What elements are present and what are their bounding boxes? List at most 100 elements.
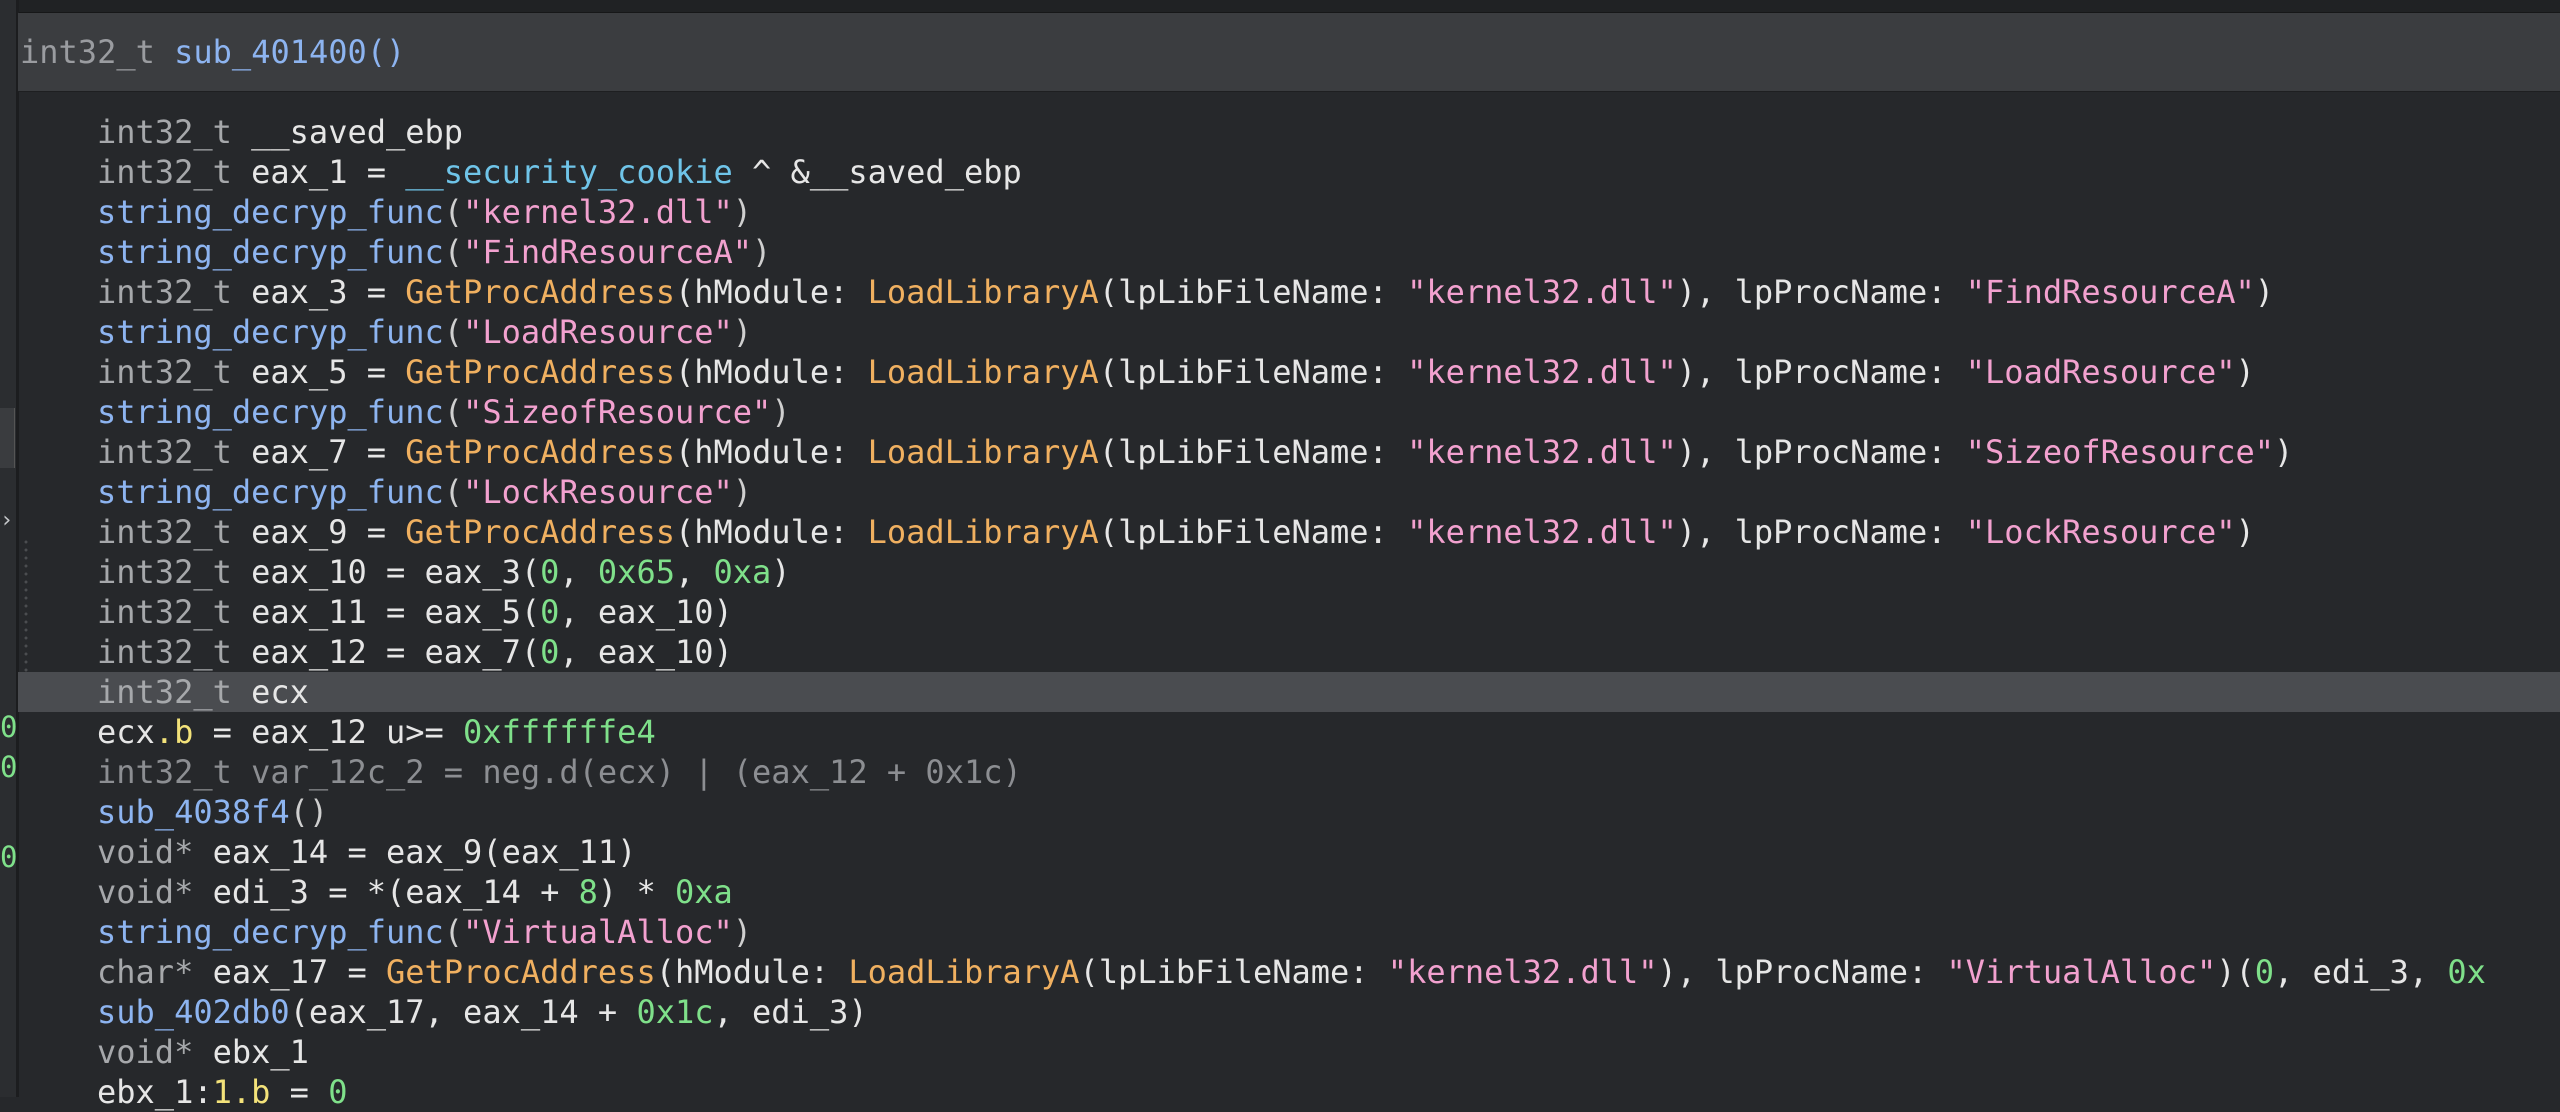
code-token[interactable]: (hModule: [675,433,868,471]
code-line[interactable]: string_decryp_func("SizeofResource") [18,392,2560,432]
code-token[interactable]: 8 [579,873,598,911]
code-token[interactable]: ( [444,913,463,951]
code-token[interactable]: ( [444,473,463,511]
code-token[interactable]: "kernel32.dll" [1407,433,1677,471]
code-token[interactable]: eax_11 = eax_5( [232,593,540,631]
code-token[interactable]: ) [2255,273,2274,311]
code-token[interactable]: char* [97,953,193,991]
code-token[interactable]: int32_t [97,633,232,671]
code-token[interactable]: void* [97,873,193,911]
code-token[interactable]: LoadLibraryA [868,433,1099,471]
code-token[interactable]: , eax_10) [559,633,732,671]
code-line[interactable]: int32_t eax_3 = GetProcAddress(hModule: … [18,272,2560,312]
code-token[interactable]: sub_4038f4 [97,793,290,831]
code-token[interactable]: GetProcAddress [405,433,675,471]
function-name[interactable]: sub_401400() [174,33,405,71]
code-token[interactable]: ebx_1: [97,1073,213,1111]
code-token[interactable]: ( [444,233,463,271]
code-line[interactable]: string_decryp_func("kernel32.dll") [18,192,2560,232]
code-token[interactable]: ), lpProcName: [1658,953,1947,991]
code-token[interactable]: 0xffffffe4 [463,713,656,751]
code-token[interactable]: "VirtualAlloc" [463,913,733,951]
code-token[interactable]: ) [2235,513,2254,551]
code-line[interactable]: sub_4038f4() [18,792,2560,832]
code-line[interactable]: int32_t eax_10 = eax_3(0, 0x65, 0xa) [18,552,2560,592]
code-token[interactable]: ) * [598,873,675,911]
code-token[interactable]: ebx_1 [193,1033,309,1071]
code-token[interactable]: ) [733,913,752,951]
code-token[interactable]: "kernel32.dll" [463,193,733,231]
chevron-right-icon[interactable]: › [0,508,13,534]
code-token[interactable]: LoadLibraryA [848,953,1079,991]
code-line[interactable]: int32_t eax_11 = eax_5(0, eax_10) [18,592,2560,632]
code-token[interactable]: "kernel32.dll" [1407,353,1677,391]
code-token[interactable]: string_decryp_func [97,473,444,511]
code-token[interactable]: (hModule: [675,273,868,311]
code-token[interactable]: GetProcAddress [405,513,675,551]
code-line[interactable]: ebx_1:1.b = 0 [18,1072,2560,1112]
code-token[interactable]: ( [444,393,463,431]
code-token[interactable]: 0xa [675,873,733,911]
code-token[interactable]: ), lpProcName: [1677,273,1966,311]
code-token[interactable]: = eax_12 u>= [193,713,463,751]
code-line[interactable]: int32_t eax_9 = GetProcAddress(hModule: … [18,512,2560,552]
code-token[interactable]: LoadLibraryA [868,513,1099,551]
code-token[interactable]: "SizeofResource" [1966,433,2274,471]
code-token[interactable]: edi_3 = *(eax_14 + [193,873,578,911]
code-token[interactable]: , [675,553,714,591]
code-token[interactable]: "LoadResource" [1966,353,2236,391]
code-token[interactable]: ) [752,233,771,271]
code-token[interactable]: int32_t [97,553,232,591]
code-token[interactable]: "kernel32.dll" [1407,273,1677,311]
left-pane-scrollbar[interactable] [0,408,15,468]
code-token[interactable]: ( [444,313,463,351]
code-token[interactable]: (hModule: [675,513,868,551]
code-token[interactable]: ecx [97,713,155,751]
code-token[interactable]: int32_t [97,273,232,311]
code-line[interactable]: string_decryp_func("LoadResource") [18,312,2560,352]
code-token[interactable]: int32_t var_12c_2 = neg.d(ecx) | (eax_12… [97,753,1022,791]
code-token[interactable]: 0 [540,633,559,671]
code-token[interactable]: __security_cookie [405,153,733,191]
code-line[interactable]: string_decryp_func("VirtualAlloc") [18,912,2560,952]
code-token[interactable]: (lpLibFileName: [1099,513,1407,551]
code-token[interactable]: .b [155,713,194,751]
code-token[interactable]: ), lpProcName: [1677,433,1966,471]
code-token[interactable]: int32_t [97,593,232,631]
code-token[interactable]: 1.b [213,1073,271,1111]
code-line[interactable]: int32_t eax_7 = GetProcAddress(hModule: … [18,432,2560,472]
code-line[interactable]: int32_t eax_12 = eax_7(0, eax_10) [18,632,2560,672]
code-token[interactable]: ) [2274,433,2293,471]
code-token[interactable]: string_decryp_func [97,193,444,231]
code-token[interactable]: eax_5 = [232,353,405,391]
code-token[interactable]: int32_t [97,673,232,711]
code-token[interactable]: ecx [232,673,309,711]
code-token[interactable]: eax_12 = eax_7( [232,633,540,671]
code-token[interactable]: "VirtualAlloc" [1947,953,2217,991]
code-token[interactable]: (lpLibFileName: [1099,273,1407,311]
code-token[interactable]: (lpLibFileName: [1099,353,1407,391]
code-line[interactable]: string_decryp_func("FindResourceA") [18,232,2560,272]
code-token[interactable]: (hModule: [675,353,868,391]
code-token[interactable]: int32_t [97,353,232,391]
code-token[interactable]: eax_9 = [232,513,405,551]
code-token[interactable]: "LockResource" [1966,513,2236,551]
code-token[interactable]: ( [444,193,463,231]
code-token[interactable]: 0 [328,1073,347,1111]
code-token[interactable]: eax_3 = [232,273,405,311]
code-token[interactable]: 0x1c [636,993,713,1031]
code-token[interactable]: ), lpProcName: [1677,513,1966,551]
code-token[interactable]: ^ &__saved_ebp [733,153,1022,191]
code-token[interactable]: "kernel32.dll" [1407,513,1677,551]
code-token[interactable]: )( [2216,953,2255,991]
code-token[interactable]: , eax_10) [559,593,732,631]
code-token[interactable]: = [270,1073,328,1111]
code-token[interactable]: GetProcAddress [405,353,675,391]
code-token[interactable]: eax_7 = [232,433,405,471]
code-token[interactable]: ) [733,313,752,351]
code-token[interactable]: string_decryp_func [97,313,444,351]
code-line[interactable]: string_decryp_func("LockResource") [18,472,2560,512]
code-token[interactable]: (eax_17, eax_14 + [290,993,637,1031]
code-line[interactable]: void* edi_3 = *(eax_14 + 8) * 0xa [18,872,2560,912]
code-token[interactable]: string_decryp_func [97,913,444,951]
